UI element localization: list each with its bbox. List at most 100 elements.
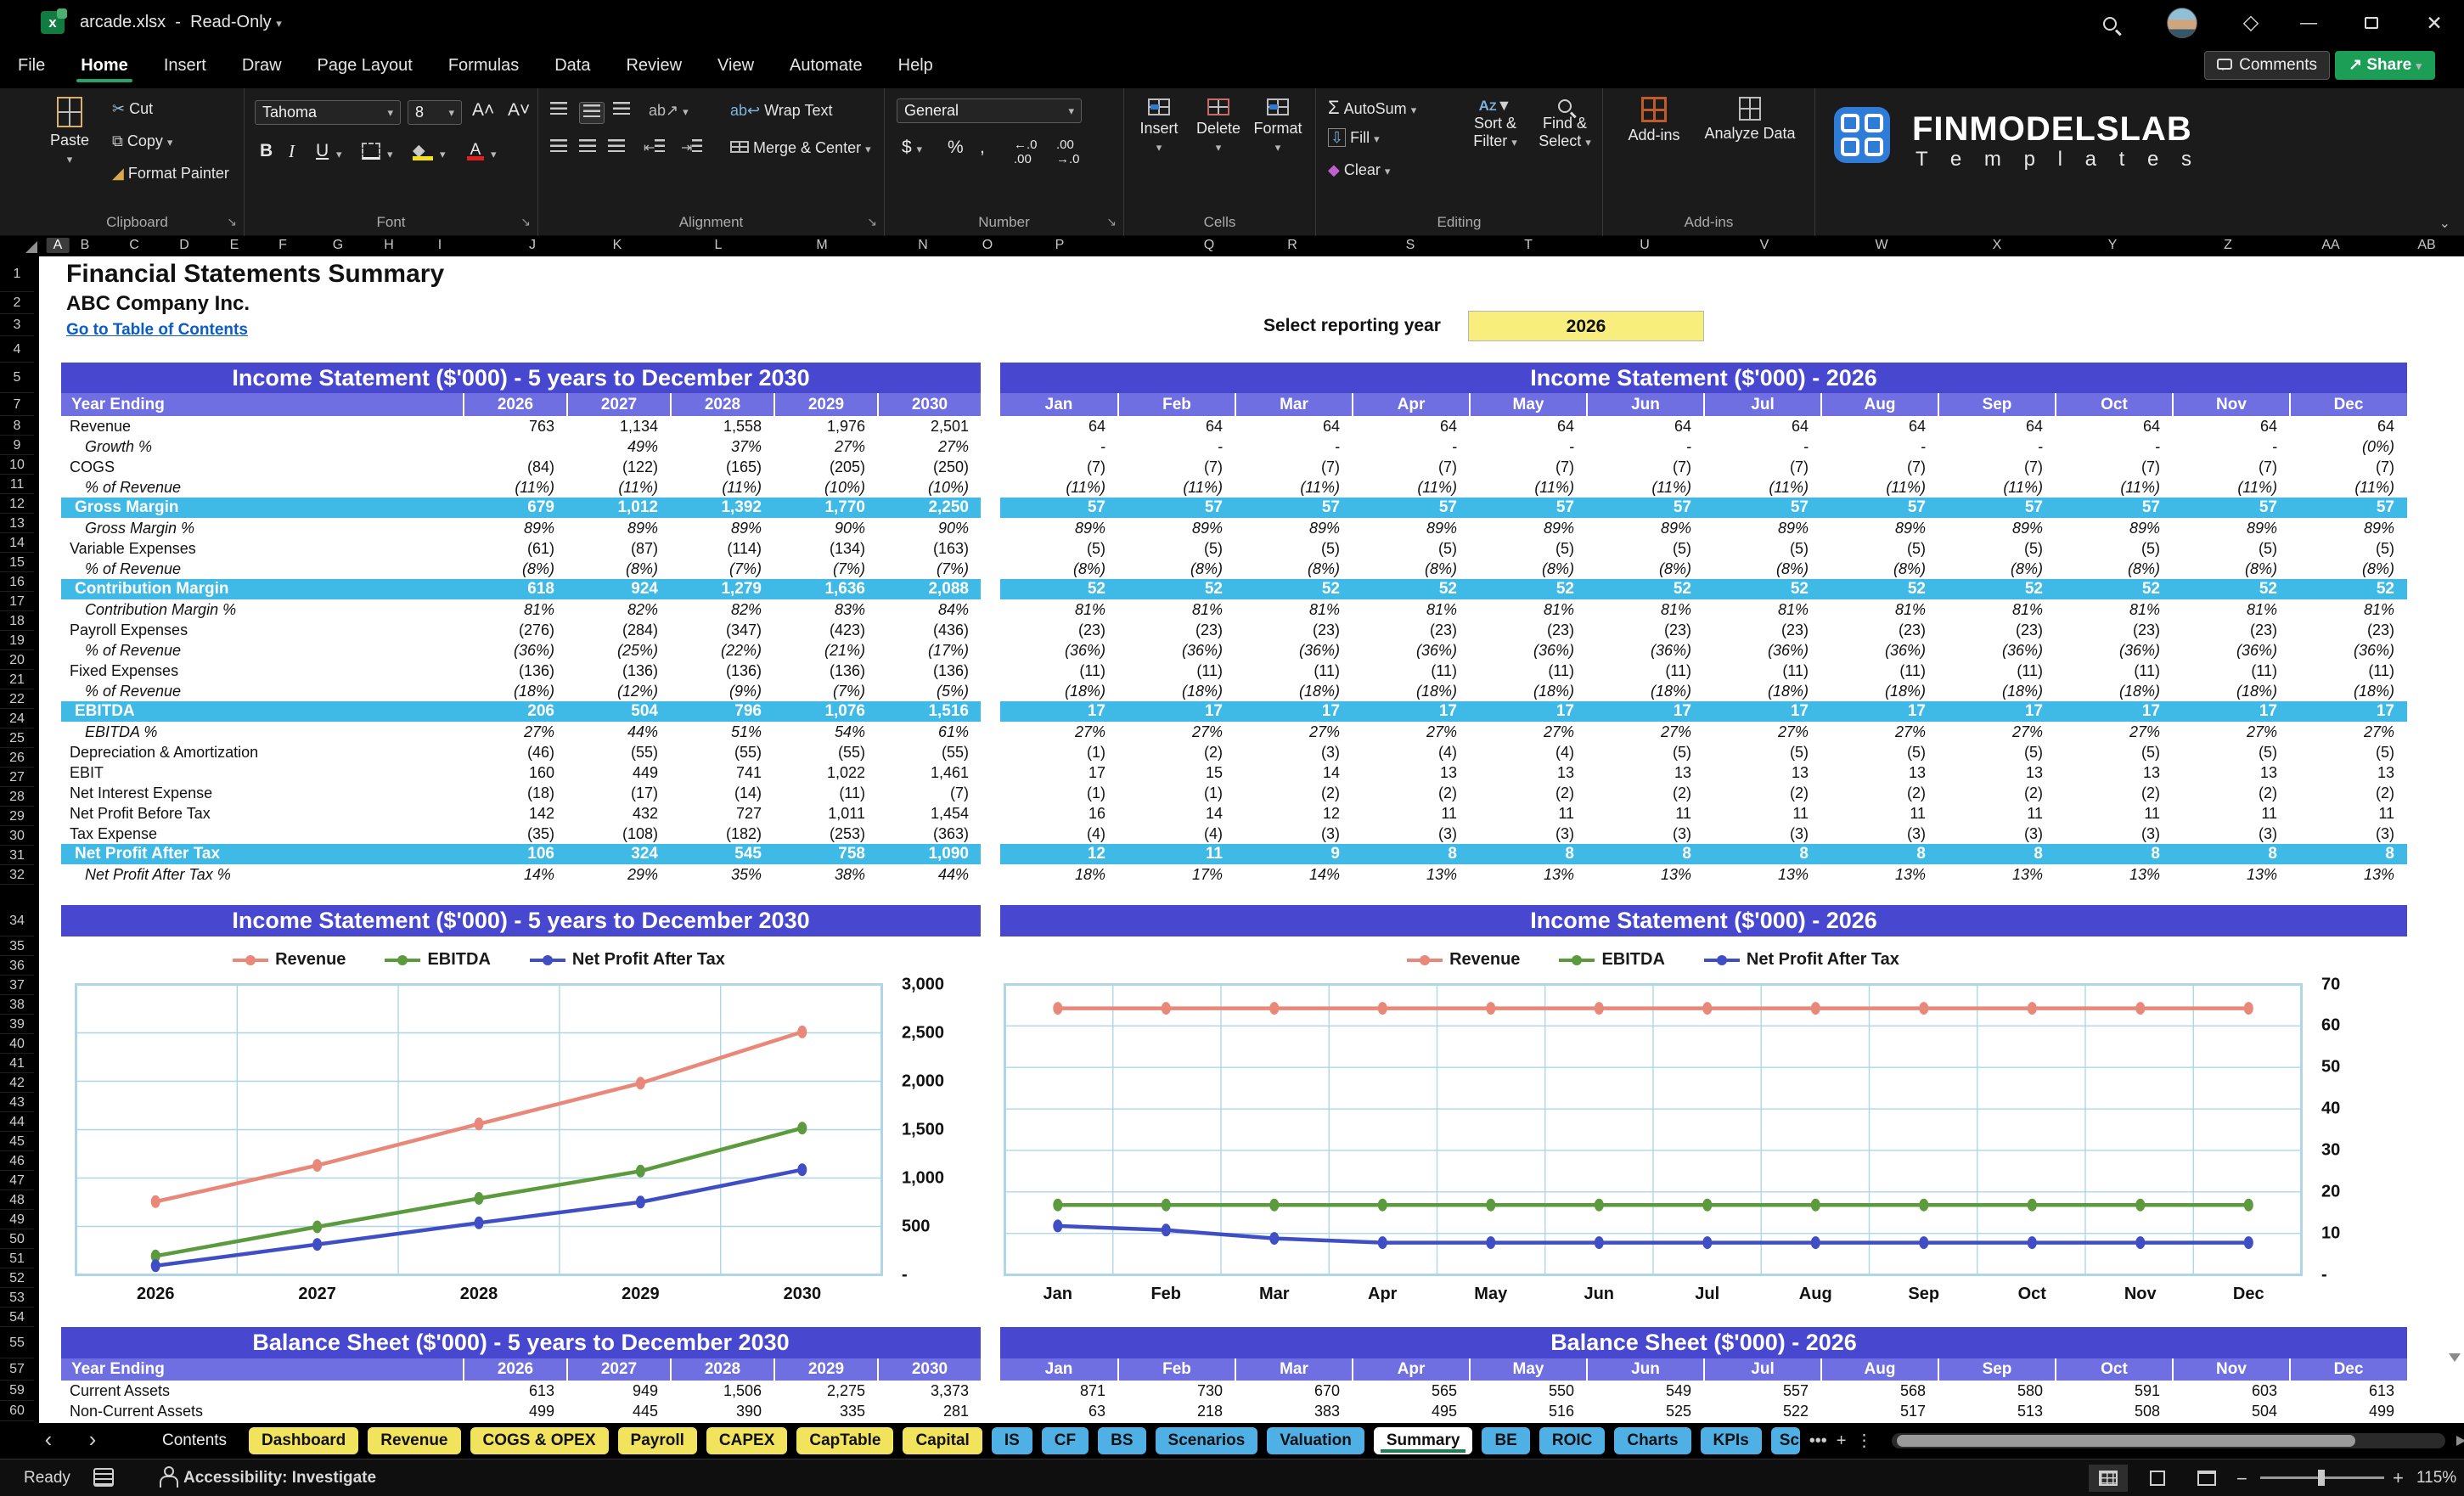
sheet-tab-cogs-opex[interactable]: COGS & OPEX <box>470 1427 609 1454</box>
borders-caret-icon[interactable]: ▾ <box>387 148 393 161</box>
cell[interactable]: (18%) <box>463 683 566 700</box>
column-header-B[interactable]: B <box>81 238 90 253</box>
cell[interactable]: (23) <box>2289 621 2406 639</box>
cell[interactable]: (5) <box>1938 540 2055 558</box>
cell[interactable]: (11%) <box>1235 479 1352 497</box>
paste-button[interactable]: Paste ▾ <box>42 97 97 167</box>
cell[interactable]: (23) <box>1820 621 1938 639</box>
cell[interactable]: 52 <box>1117 580 1235 599</box>
cell[interactable]: (5) <box>2055 540 2172 558</box>
menu-tab-page-layout[interactable]: Page Layout <box>300 44 430 84</box>
cell[interactable]: (8%) <box>566 560 670 578</box>
cell[interactable]: 12 <box>1000 845 1117 863</box>
cell[interactable]: (3) <box>2055 825 2172 843</box>
sheet-tab-kpis[interactable]: KPIs <box>1700 1427 1762 1454</box>
cell[interactable]: 81% <box>1000 601 1117 619</box>
tab-menu-icon[interactable]: ⋮ <box>1855 1427 1872 1454</box>
horizontal-scroll-arrow-icon[interactable] <box>2456 1436 2464 1446</box>
column-label-feb[interactable]: Feb <box>1117 1358 1235 1381</box>
column-header-S[interactable]: S <box>1406 238 1415 253</box>
cell[interactable]: 613 <box>2289 1382 2406 1400</box>
cell[interactable]: 1,506 <box>670 1382 774 1400</box>
page-break-view-icon[interactable] <box>2187 1465 2226 1492</box>
cell[interactable]: (11) <box>1352 662 1469 680</box>
cell[interactable]: (3) <box>2289 825 2406 843</box>
cell[interactable]: (11%) <box>1117 479 1235 497</box>
cell[interactable]: (8%) <box>2172 560 2289 578</box>
cell[interactable]: (18%) <box>1235 683 1352 700</box>
sheet-tab-dashboard[interactable]: Dashboard <box>249 1427 359 1454</box>
cell[interactable]: 508 <box>2055 1403 2172 1420</box>
cell[interactable]: 44% <box>877 866 981 884</box>
cell[interactable]: (3) <box>1938 825 2055 843</box>
column-label-nov[interactable]: Nov <box>2172 1358 2289 1381</box>
cell[interactable]: (18%) <box>2055 683 2172 700</box>
cell[interactable]: (3) <box>1703 825 1820 843</box>
column-label-apr[interactable]: Apr <box>1352 1358 1469 1381</box>
cell[interactable]: 741 <box>670 764 774 782</box>
cell[interactable]: (11%) <box>566 479 670 497</box>
cell[interactable]: 11 <box>1469 805 1586 823</box>
column-label-apr[interactable]: Apr <box>1352 393 1469 416</box>
cell[interactable]: 52 <box>1586 580 1703 599</box>
cell[interactable]: 13 <box>2055 764 2172 782</box>
cell[interactable]: 16 <box>1000 805 1117 823</box>
sheet-tab-summary[interactable]: Summary <box>1373 1427 1473 1454</box>
cell[interactable]: 27% <box>2055 723 2172 741</box>
row-header-57[interactable]: 57 <box>0 1358 34 1381</box>
cell[interactable]: (5) <box>1820 744 1938 762</box>
tab-overflow-icon[interactable]: ••• <box>1809 1427 1827 1454</box>
cell[interactable]: 81% <box>1820 601 1938 619</box>
menu-tab-file[interactable]: File <box>0 44 63 84</box>
cell[interactable]: (11) <box>1235 662 1352 680</box>
balance-sheet-monthly-table[interactable]: Balance Sheet ($'000) - 2026 Jan Feb Mar Apr… <box>1000 1327 2407 1421</box>
cell[interactable]: (8%) <box>1820 560 1938 578</box>
cell[interactable]: 64 <box>1352 418 1469 436</box>
cell[interactable]: 17 <box>1000 702 1117 721</box>
cell[interactable]: (5) <box>1586 540 1703 558</box>
cell[interactable]: 13% <box>2289 866 2406 884</box>
cell[interactable]: (11%) <box>2172 479 2289 497</box>
cell[interactable]: (2) <box>1469 785 1586 802</box>
cell[interactable]: (23) <box>1352 621 1469 639</box>
cell[interactable]: (18%) <box>1820 683 1938 700</box>
cell[interactable]: (7%) <box>774 560 877 578</box>
cell[interactable]: 13 <box>1352 764 1469 782</box>
row-header-4[interactable]: 4 <box>0 336 34 363</box>
cell[interactable]: (11) <box>1820 662 1938 680</box>
cell[interactable]: (3) <box>1586 825 1703 843</box>
row-label[interactable]: Depreciation & Amortization <box>61 744 463 762</box>
cell[interactable]: (36%) <box>1000 642 1117 660</box>
ribbon-collapse-icon[interactable]: ⌄ <box>2439 215 2450 232</box>
cell[interactable]: 64 <box>2055 418 2172 436</box>
cell[interactable]: 1,134 <box>566 418 670 436</box>
cell[interactable]: (7) <box>1820 458 1938 476</box>
row-header-39[interactable]: 39 <box>0 1015 34 1034</box>
cell[interactable]: 64 <box>1703 418 1820 436</box>
row-label[interactable]: % of Revenue <box>61 479 463 497</box>
cell[interactable]: (11) <box>1938 662 2055 680</box>
cell[interactable]: (1) <box>1000 744 1117 762</box>
cell[interactable]: (11) <box>2172 662 2289 680</box>
file-info[interactable]: arcade.xlsx - Read-Only ▾ <box>80 13 282 32</box>
cell[interactable]: 64 <box>1117 418 1235 436</box>
row-header-53[interactable]: 53 <box>0 1288 34 1308</box>
cell[interactable]: (182) <box>670 825 774 843</box>
cell[interactable]: 1,461 <box>877 764 981 782</box>
column-header-M[interactable]: M <box>816 238 827 253</box>
cell[interactable]: 142 <box>463 805 566 823</box>
accessibility-status[interactable]: Accessibility: Investigate <box>183 1469 376 1488</box>
cell[interactable]: 27% <box>1938 723 2055 741</box>
row-header-48[interactable]: 48 <box>0 1190 34 1210</box>
cell[interactable]: 1,090 <box>877 845 981 863</box>
cell[interactable]: 763 <box>463 418 566 436</box>
cell[interactable]: (8%) <box>1938 560 2055 578</box>
cell[interactable]: 17 <box>2172 702 2289 721</box>
column-label-aug[interactable]: Aug <box>1820 1358 1938 1381</box>
cell[interactable]: 1,770 <box>774 498 877 517</box>
cell[interactable]: 27% <box>463 723 566 741</box>
row-label[interactable]: Revenue <box>61 418 463 436</box>
cell[interactable]: (18%) <box>1352 683 1469 700</box>
alignment-dialog-launcher-icon[interactable]: ↘ <box>867 215 877 229</box>
cell[interactable]: (18) <box>463 785 566 802</box>
